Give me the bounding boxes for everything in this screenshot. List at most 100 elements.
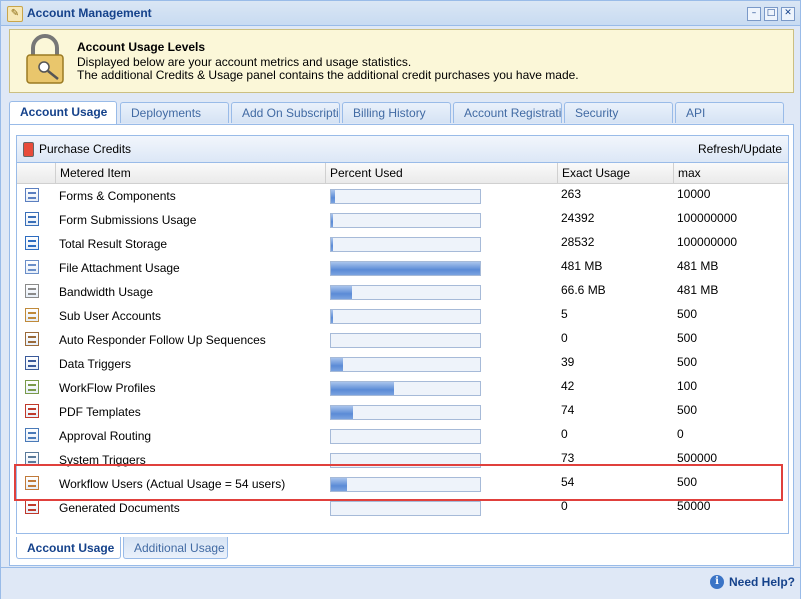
exact-usage-value: 481 MB [561,259,603,273]
exact-usage-value: 39 [561,355,575,369]
table-row[interactable]: PDF Templates 74 500 [17,400,788,424]
tab-deployments[interactable]: Deployments [120,102,229,123]
info-icon: i [710,575,724,589]
metered-item-name: Approval Routing [59,429,152,443]
autoresponder-icon [25,332,39,346]
workflow-icon [25,380,39,394]
percent-used-fill [331,238,333,251]
max-value: 500 [677,403,698,417]
percent-used-fill [331,214,333,227]
metered-item-name: Data Triggers [59,357,132,371]
table-row[interactable]: Auto Responder Follow Up Sequences 0 500 [17,328,788,352]
max-value: 500 [677,331,698,345]
percent-used-bar [330,237,481,252]
percent-used-bar [330,381,481,396]
info-banner: Account Usage Levels Displayed below are… [9,29,794,93]
percent-used-bar [330,333,481,348]
maximize-button[interactable]: □ [764,7,778,21]
attachment-icon [25,260,39,274]
percent-used-bar [330,189,481,204]
column-header-metered-item[interactable]: Metered Item [55,163,325,183]
percent-used-bar [330,405,481,420]
routing-icon [25,428,39,442]
percent-used-bar [330,357,481,372]
tab-account-registration[interactable]: Account Registrati [453,102,562,123]
account-management-window: ✎ Account Management – □ ✕ Account Usage… [0,0,801,599]
percent-used-fill [331,262,480,275]
purchase-credits-button[interactable]: Purchase Credits [39,142,131,156]
refresh-update-button[interactable]: Refresh/Update [698,142,782,156]
bottom-tab-account-usage[interactable]: Account Usage [16,537,121,559]
banner-description: Displayed below are your account metrics… [77,55,412,69]
banner-description-2: The additional Credits & Usage panel con… [77,68,579,82]
exact-usage-value: 0 [561,427,568,441]
need-help-link[interactable]: Need Help? [729,575,795,589]
max-value: 50000 [677,499,711,513]
submission-icon [25,212,39,226]
tab-security[interactable]: Security [564,102,673,123]
footer-bar: i Need Help? [1,567,800,599]
column-header-exact-usage[interactable]: Exact Usage [557,163,673,183]
percent-used-fill [331,358,343,371]
percent-used-bar [330,429,481,444]
metered-item-name: Auto Responder Follow Up Sequences [59,333,266,347]
metered-item-name: Total Result Storage [59,237,168,251]
table-row[interactable]: Data Triggers 39 500 [17,352,788,376]
tab-account-usage[interactable]: Account Usage [9,101,117,124]
column-header-percent-used[interactable]: Percent Used [325,163,557,183]
exact-usage-value: 74 [561,403,575,417]
percent-used-bar [330,501,481,516]
metered-item-name: PDF Templates [59,405,141,419]
max-value: 0 [677,427,684,441]
exact-usage-value: 28532 [561,235,595,249]
close-button[interactable]: ✕ [781,7,795,21]
table-row[interactable]: Bandwidth Usage 66.6 MB 481 MB [17,280,788,304]
table-row[interactable]: File Attachment Usage 481 MB 481 MB [17,256,788,280]
max-value: 481 MB [677,259,719,273]
metered-item-name: Bandwidth Usage [59,285,154,299]
document-icon [25,500,39,514]
pdf-icon [25,404,39,418]
tab-add-on-subscriptions[interactable]: Add On Subscriptio [231,102,340,123]
table-row[interactable]: WorkFlow Profiles 42 100 [17,376,788,400]
percent-used-bar [330,213,481,228]
max-value: 500 [677,307,698,321]
bottom-tab-additional-usage[interactable]: Additional Usage [123,537,228,559]
percent-used-fill [331,310,333,323]
bandwidth-icon [25,284,39,298]
metered-item-name: Forms & Components [59,189,176,203]
max-value: 10000 [677,187,711,201]
tab-billing-history[interactable]: Billing History [342,102,451,123]
exact-usage-value: 24392 [561,211,595,225]
percent-used-fill [331,382,394,395]
grid-header: Metered Item Percent Used Exact Usage ma… [17,163,788,184]
form-icon [25,188,39,202]
window-icon: ✎ [7,6,23,22]
metered-item-name: Form Submissions Usage [59,213,197,227]
title-bar: ✎ Account Management – □ ✕ [1,1,800,26]
table-row[interactable]: Sub User Accounts 5 500 [17,304,788,328]
percent-used-bar [330,261,481,276]
max-value: 500 [677,355,698,369]
tab-api[interactable]: API [675,102,784,123]
trigger-icon [25,356,39,370]
phone-icon [23,142,34,157]
banner-title: Account Usage Levels [77,40,206,54]
column-header-max[interactable]: max [673,163,788,183]
exact-usage-value: 66.6 MB [561,283,606,297]
percent-used-fill [331,286,352,299]
table-row[interactable]: Forms & Components 263 10000 [17,184,788,208]
storage-icon [25,236,39,250]
exact-usage-value: 5 [561,307,568,321]
lock-icon [26,34,64,84]
exact-usage-value: 42 [561,379,575,393]
table-row[interactable]: Total Result Storage 28532 100000000 [17,232,788,256]
metered-item-name: File Attachment Usage [59,261,180,275]
percent-used-fill [331,406,353,419]
table-row[interactable]: Form Submissions Usage 24392 100000000 [17,208,788,232]
max-value: 481 MB [677,283,719,297]
exact-usage-value: 0 [561,331,568,345]
minimize-button[interactable]: – [747,7,761,21]
table-row[interactable]: Approval Routing 0 0 [17,424,788,448]
percent-used-bar [330,309,481,324]
